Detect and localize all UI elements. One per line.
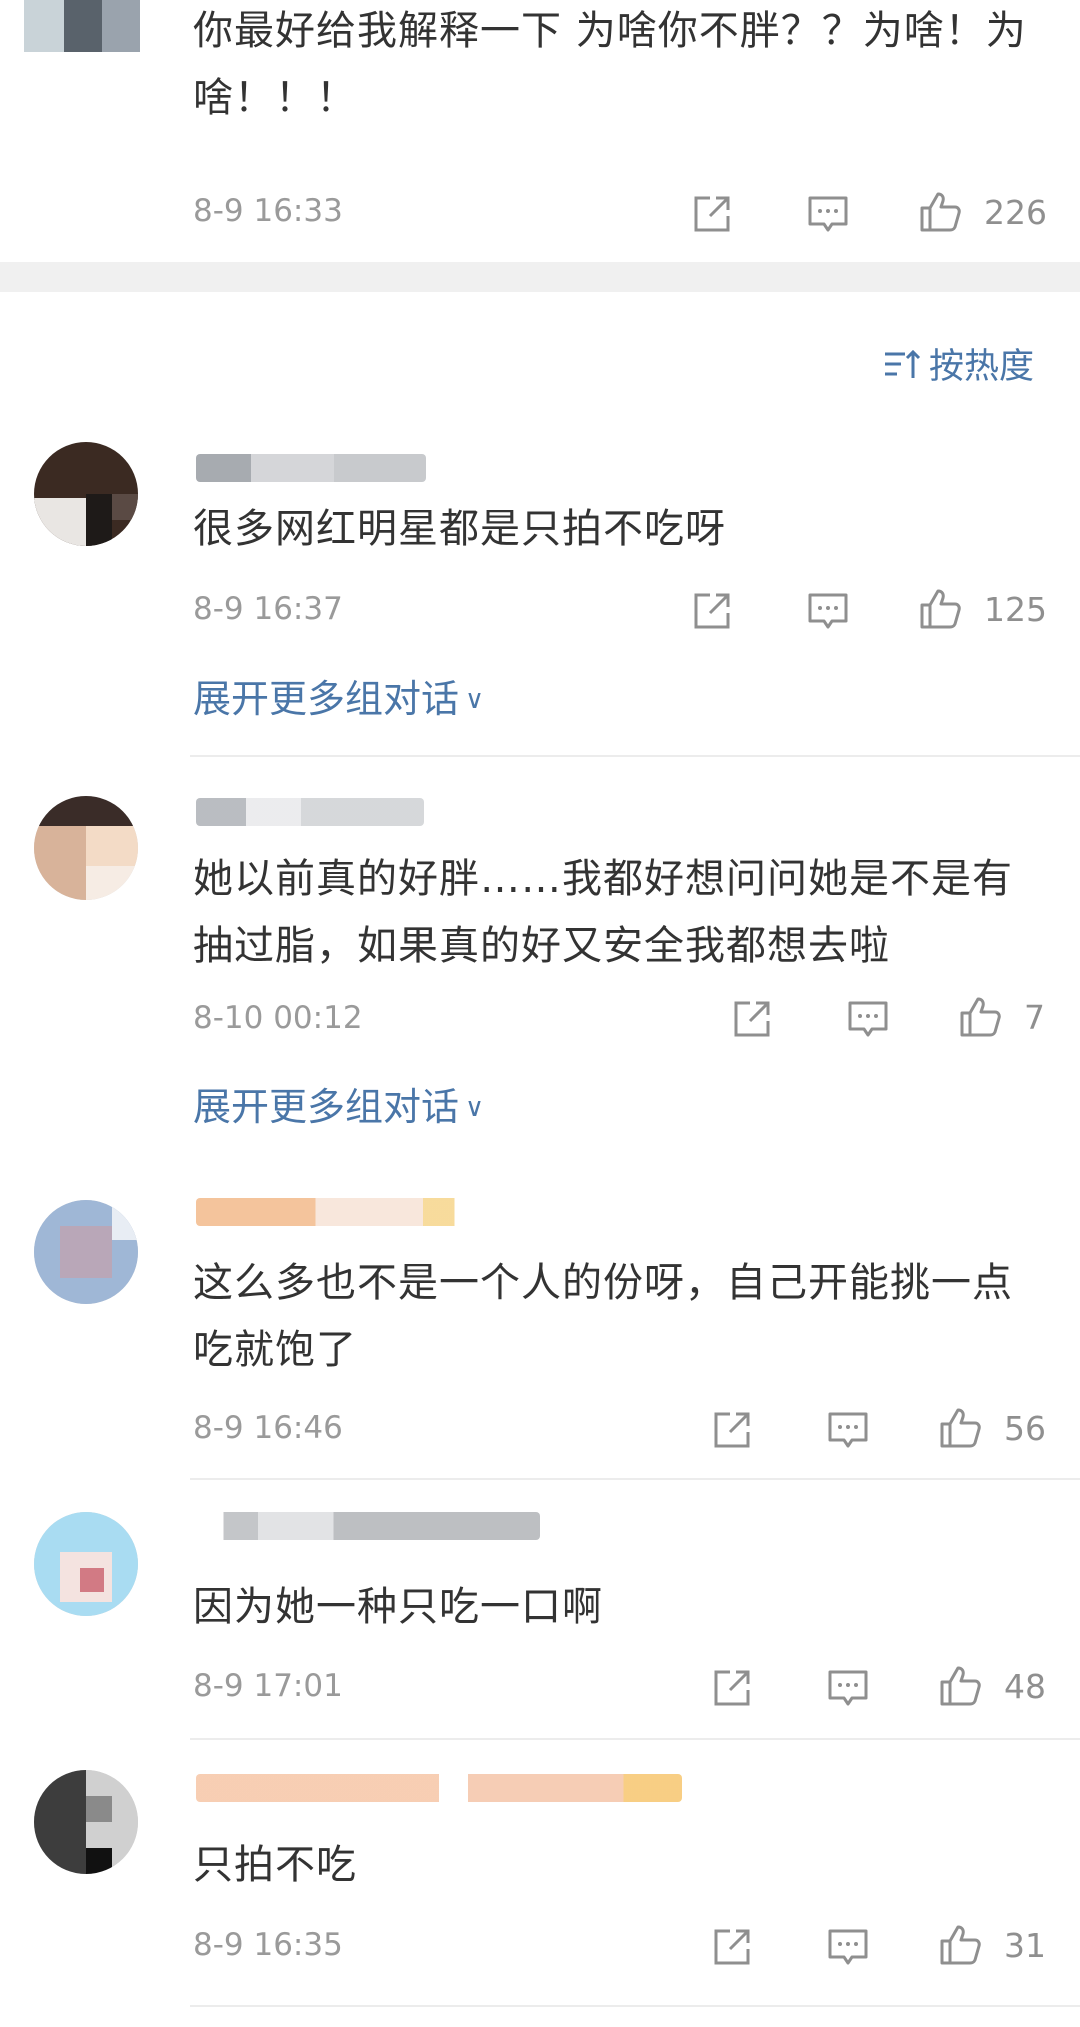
sort-label: 按热度 <box>928 347 1034 387</box>
username[interactable] <box>196 1512 540 1540</box>
like-count: 226 <box>984 193 1047 232</box>
comment-text: 她以前真的好胖……我都好想问问她是不是有抽过脂，如果真的好又安全我都想去啦 <box>193 856 1013 969</box>
chevron-down-icon: ∨ <box>465 1093 485 1123</box>
avatar[interactable] <box>34 1200 138 1304</box>
comment-time: 8-9 16:33 <box>193 193 343 229</box>
like-icon[interactable] <box>918 190 962 234</box>
comment-time: 8-9 16:37 <box>193 591 343 627</box>
like-icon[interactable] <box>938 1664 982 1708</box>
comment-divider <box>190 1738 1080 1740</box>
comment-divider <box>190 755 1080 757</box>
comment-time: 8-9 17:01 <box>193 1668 343 1704</box>
comment-text: 因为她一种只吃一口啊 <box>193 1584 603 1630</box>
comment-icon[interactable] <box>826 1666 870 1710</box>
comment-icon[interactable] <box>826 1925 870 1969</box>
like-icon[interactable] <box>938 1923 982 1967</box>
share-icon[interactable] <box>710 1408 754 1452</box>
username[interactable] <box>196 454 426 482</box>
avatar[interactable] <box>34 796 138 900</box>
comment-time: 8-10 00:12 <box>193 1000 363 1036</box>
avatar[interactable] <box>34 1770 138 1874</box>
share-icon[interactable] <box>690 192 734 236</box>
like-icon[interactable] <box>918 587 962 631</box>
username[interactable] <box>196 1198 511 1226</box>
comment-time: 8-9 16:35 <box>193 1927 343 1963</box>
comment-divider <box>190 2005 1080 2007</box>
like-count: 56 <box>1004 1409 1046 1448</box>
comment-time: 8-9 16:46 <box>193 1410 343 1446</box>
share-icon[interactable] <box>710 1666 754 1710</box>
like-count: 125 <box>984 590 1047 629</box>
expand-replies-link[interactable]: 展开更多组对话 ∨ <box>193 1076 484 1131</box>
avatar[interactable] <box>34 1512 138 1616</box>
comment-icon[interactable] <box>806 192 850 236</box>
comment-text: 很多网红明星都是只拍不吃呀 <box>193 506 726 552</box>
sort-button[interactable]: 按热度 <box>883 338 1034 389</box>
like-icon[interactable] <box>958 995 1002 1039</box>
username[interactable] <box>196 798 424 826</box>
comment-text: 这么多也不是一个人的份呀，自己开能挑一点吃就饱了 <box>193 1260 1013 1373</box>
like-count: 48 <box>1004 1667 1046 1706</box>
like-count: 7 <box>1024 998 1045 1037</box>
expand-replies-link[interactable]: 展开更多组对话 ∨ <box>193 668 484 723</box>
like-count: 31 <box>1004 1926 1046 1965</box>
sort-icon <box>884 349 921 378</box>
comment-icon[interactable] <box>846 997 890 1041</box>
username[interactable] <box>196 1774 682 1802</box>
comment-divider <box>190 1478 1080 1480</box>
avatar[interactable] <box>24 0 140 52</box>
chevron-down-icon: ∨ <box>465 685 485 715</box>
comment-text: 只拍不吃 <box>193 1842 357 1888</box>
share-icon[interactable] <box>690 589 734 633</box>
comment-icon[interactable] <box>826 1408 870 1452</box>
share-icon[interactable] <box>710 1925 754 1969</box>
like-icon[interactable] <box>938 1406 982 1450</box>
share-icon[interactable] <box>730 997 774 1041</box>
section-separator <box>0 262 1080 292</box>
comment-icon[interactable] <box>806 589 850 633</box>
avatar[interactable] <box>34 442 138 546</box>
comment-text: 你最好给我解释一下 为啥你不胖？？为啥！为啥！！！ <box>193 8 1027 121</box>
